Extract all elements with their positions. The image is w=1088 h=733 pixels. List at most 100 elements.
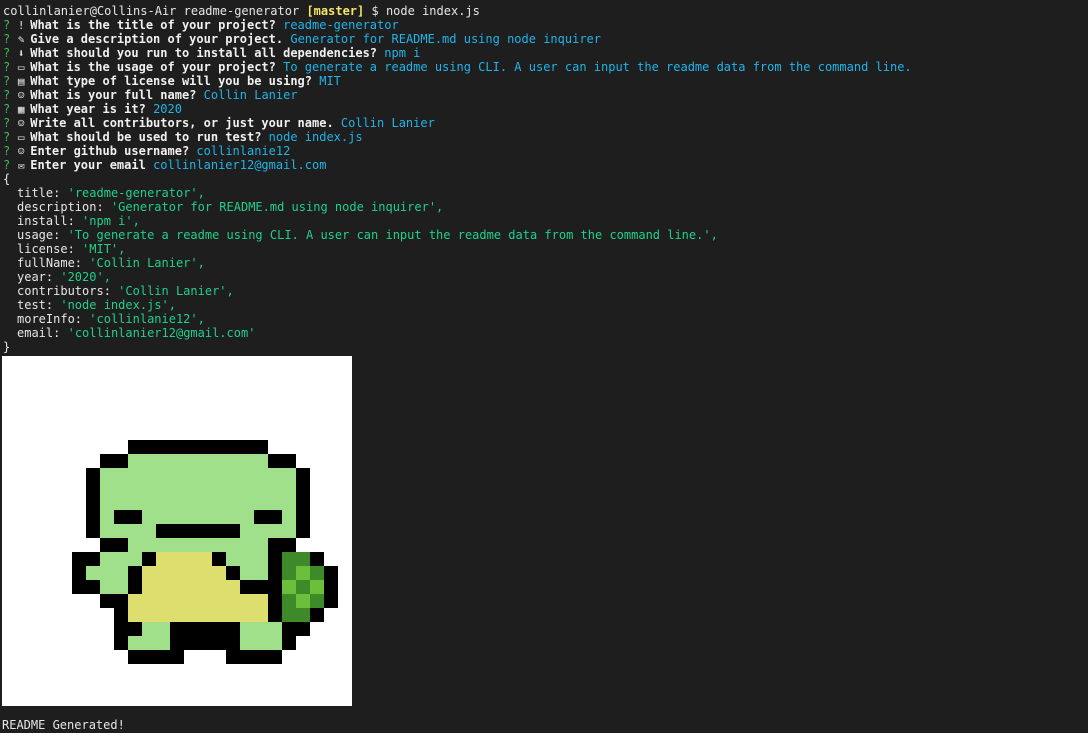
turtle-pixel xyxy=(100,468,114,482)
turtle-pixel xyxy=(156,454,170,468)
turtle-pixel xyxy=(226,594,240,608)
turtle-pixel xyxy=(240,524,254,538)
turtle-pixel xyxy=(282,552,296,566)
turtle-pixel xyxy=(114,566,128,580)
turtle-pixel xyxy=(128,594,142,608)
question-prompt: What is the usage of your project? xyxy=(30,60,276,74)
turtle-pixel xyxy=(100,524,114,538)
turtle-pixel xyxy=(114,482,128,496)
turtle-pixel xyxy=(100,552,114,566)
turtle-pixel xyxy=(114,510,128,524)
turtle-pixel xyxy=(100,454,114,468)
turtle-pixel xyxy=(142,538,156,552)
terminal: collinlanier@Collins-Air readme-generato… xyxy=(3,4,1088,354)
turtle-pixel xyxy=(296,622,310,636)
turtle-pixel xyxy=(226,454,240,468)
turtle-pixel xyxy=(268,468,282,482)
turtle-pixel xyxy=(254,440,268,454)
git-branch: [master] xyxy=(306,4,365,18)
turtle-pixel xyxy=(212,552,226,566)
turtle-pixel xyxy=(128,440,142,454)
turtle-pixel xyxy=(156,482,170,496)
turtle-pixel xyxy=(268,496,282,510)
field-key: install: xyxy=(17,214,75,228)
turtle-pixel xyxy=(72,566,86,580)
object-field: year: '2020', xyxy=(3,270,1088,284)
turtle-pixel xyxy=(156,496,170,510)
turtle-pixel xyxy=(226,650,240,664)
question-answer: Generator for README.md using node inqui… xyxy=(290,32,602,46)
question-line: ? ✎ Give a description of your project. Ge… xyxy=(3,32,1088,46)
turtle-pixel xyxy=(128,566,142,580)
turtle-pixel xyxy=(240,580,254,594)
turtle-pixel xyxy=(100,510,114,524)
turtle-pixel xyxy=(240,608,254,622)
turtle-pixel xyxy=(226,552,240,566)
shell-command: node index.js xyxy=(385,4,480,18)
turtle-pixel xyxy=(114,636,128,650)
turtle-pixel xyxy=(226,580,240,594)
turtle-pixel xyxy=(114,608,128,622)
turtle-pixel xyxy=(282,510,296,524)
turtle-pixel xyxy=(128,608,142,622)
turtle-pixel xyxy=(198,482,212,496)
turtle-pixel xyxy=(268,482,282,496)
turtle-pixel xyxy=(226,608,240,622)
turtle-pixel xyxy=(296,468,310,482)
turtle-pixel xyxy=(198,608,212,622)
turtle-pixel xyxy=(170,510,184,524)
object-open-brace: { xyxy=(3,172,11,186)
field-key: description: xyxy=(17,200,104,214)
turtle-pixel xyxy=(170,496,184,510)
turtle-pixel xyxy=(226,538,240,552)
turtle-pixel xyxy=(310,566,324,580)
turtle-pixel xyxy=(156,580,170,594)
turtle-pixel xyxy=(240,538,254,552)
turtle-pixel xyxy=(198,636,212,650)
question-answer: MIT xyxy=(319,74,341,88)
turtle-pixel xyxy=(268,636,282,650)
field-value: '2020', xyxy=(60,270,111,284)
turtle-pixel xyxy=(142,594,156,608)
turtle-pixel xyxy=(198,580,212,594)
turtle-pixel xyxy=(170,538,184,552)
turtle-pixel xyxy=(156,440,170,454)
turtle-pixel xyxy=(198,524,212,538)
question-answer: readme-generator xyxy=(283,18,399,32)
question-line: ? ▤ What type of license will you be using… xyxy=(3,74,1088,88)
turtle-pixel xyxy=(184,580,198,594)
turtle-pixel xyxy=(296,552,310,566)
laptop-icon: ▭ xyxy=(17,131,25,144)
turtle-pixel xyxy=(86,552,100,566)
object-field: test: 'node index.js', xyxy=(3,298,1088,312)
turtle-pixel xyxy=(184,552,198,566)
turtle-pixel xyxy=(240,594,254,608)
download-arrow-icon: ⬇ xyxy=(17,47,25,60)
memo-icon: ✎ xyxy=(17,33,25,46)
calendar-icon: ▦ xyxy=(17,103,25,116)
turtle-pixel xyxy=(114,524,128,538)
turtle-pixel xyxy=(254,482,268,496)
object-field: contributors: 'Collin Lanier', xyxy=(3,284,1088,298)
turtle-pixel xyxy=(184,454,198,468)
turtle-pixel xyxy=(226,524,240,538)
turtle-pixel xyxy=(296,580,310,594)
question-answer: node index.js xyxy=(268,130,363,144)
turtle-pixel xyxy=(226,510,240,524)
turtle-pixel xyxy=(268,622,282,636)
question-mark: ? xyxy=(3,46,11,60)
question-mark: ? xyxy=(3,130,11,144)
question-prompt: What is the title of your project? xyxy=(30,18,276,32)
object-field: title: 'readme-generator', xyxy=(3,186,1088,200)
turtle-pixel xyxy=(240,496,254,510)
turtle-pixel xyxy=(114,468,128,482)
turtle-pixel xyxy=(142,552,156,566)
turtle-pixel xyxy=(268,538,282,552)
turtle-pixel xyxy=(282,636,296,650)
turtle-pixel xyxy=(156,594,170,608)
turtle-pixel xyxy=(128,636,142,650)
question-answer: Collin Lanier xyxy=(203,88,298,102)
turtle-pixel xyxy=(254,650,268,664)
turtle-pixel xyxy=(212,538,226,552)
turtle-pixel xyxy=(156,608,170,622)
